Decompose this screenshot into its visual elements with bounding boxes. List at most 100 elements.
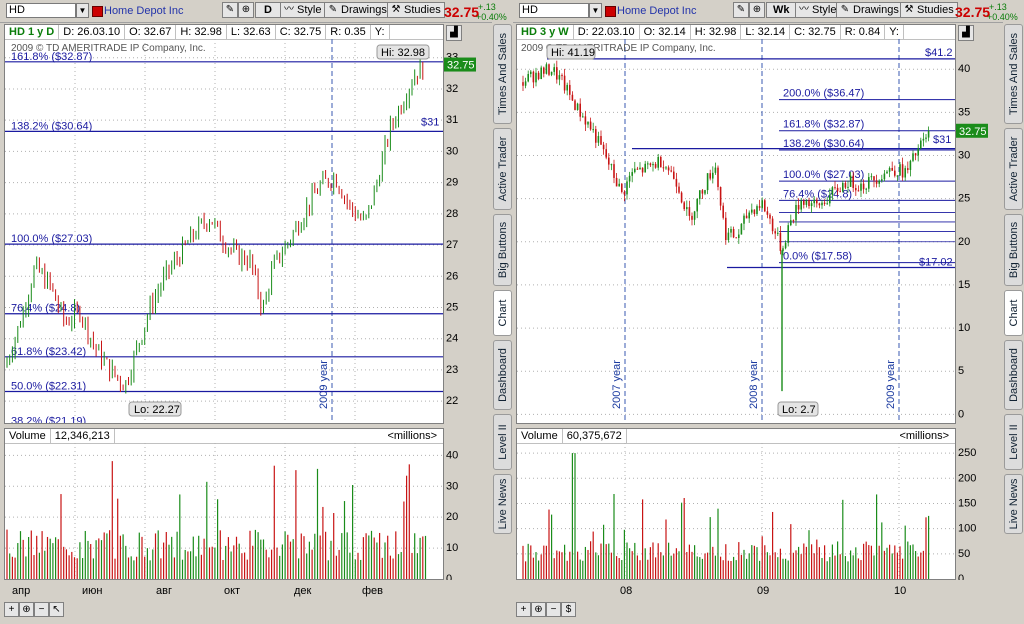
right-period-button[interactable]: Wk <box>766 2 797 18</box>
left-high: H: 32.98 <box>176 25 227 39</box>
right-zoom-out-icon[interactable]: − <box>546 602 561 617</box>
left-cursor-icon[interactable]: ↖ <box>49 602 64 617</box>
left-symbol-dropdown[interactable]: ▼ <box>76 3 89 18</box>
price-tick: 22 <box>446 395 458 407</box>
left-tab-big-buttons[interactable]: Big Buttons <box>493 214 512 286</box>
right-price-axis: 40 35 30 25 20 15 10 5 0 32.75 <box>956 63 988 420</box>
left-tools-icon[interactable]: ✎ <box>222 2 238 18</box>
left-price-chart[interactable]: HD 1 y D D: 26.03.10 O: 32.67 H: 32.98 L: 32… <box>4 24 444 424</box>
left-last-price: 32.75 <box>444 4 480 20</box>
left-price-axis: 33323130292827262524232232.75 <box>444 52 476 407</box>
right-crosshair-icon[interactable]: ⊕ <box>749 2 765 18</box>
right-tab-live-news[interactable]: Live News <box>1004 474 1023 534</box>
left-drawings-button[interactable]: ✎ Drawings <box>324 2 391 18</box>
right-date: D: 22.03.10 <box>574 25 640 39</box>
left-tab-active-trader[interactable]: Active Trader <box>493 128 512 210</box>
volume-tick: 0 <box>958 573 964 580</box>
left-zoom-in-icon[interactable]: + <box>4 602 19 617</box>
left-period-button[interactable]: D <box>255 2 281 18</box>
price-tick: 40 <box>958 63 970 75</box>
price-tick: 10 <box>958 322 970 334</box>
left-open: O: 32.67 <box>125 25 177 39</box>
right-last-price: 32.75 <box>955 4 991 20</box>
right-tab-label: Times And Sales <box>1007 32 1020 116</box>
left-volume-chart[interactable]: Volume 12,346,213 <millions> <box>4 428 444 580</box>
right-tab-active-trader[interactable]: Active Trader <box>1004 128 1023 210</box>
studies-icon: ⚒ <box>904 4 914 15</box>
right-dollar-icon[interactable]: $ <box>561 602 576 617</box>
right-tab-times-and-sales[interactable]: Times And Sales <box>1004 24 1023 124</box>
right-style-button[interactable]: 〰 Style <box>795 2 841 18</box>
volume-tick: 0 <box>446 573 452 580</box>
right-tab-dashboard[interactable]: Dashboard <box>1004 340 1023 410</box>
price-tick: 25 <box>446 301 458 313</box>
price-tick: 0 <box>958 408 964 420</box>
right-studies-button[interactable]: ⚒ Studies <box>900 2 958 18</box>
right-symbol-dropdown[interactable]: ▼ <box>589 3 602 18</box>
right-time-axis: 08 09 10 <box>620 585 906 597</box>
right-symbol-input[interactable]: HD <box>519 3 589 18</box>
left-link-icon[interactable] <box>92 6 103 17</box>
last-price-tag: 32.75 <box>956 123 988 138</box>
price-level-tag: $31 <box>933 134 951 146</box>
left-tab-label: Level II <box>496 424 509 460</box>
right-zoom-icon[interactable]: ⊕ <box>531 602 546 617</box>
right-volume-chart[interactable]: Volume 60,375,672 <millions> <box>516 428 956 580</box>
time-tick: 10 <box>894 585 906 597</box>
style-icon: 〰 <box>284 4 294 15</box>
left-zoom-icon[interactable]: ⊕ <box>19 602 34 617</box>
left-zoom-out-icon[interactable]: − <box>34 602 49 617</box>
right-volume-bar: Volume 60,375,672 <millions> <box>517 429 955 444</box>
left-volume-bar: Volume 12,346,213 <millions> <box>5 429 443 444</box>
left-tab-live-news[interactable]: Live News <box>493 474 512 534</box>
left-volume-units: <millions> <box>387 430 437 442</box>
price-tick: 5 <box>958 365 964 377</box>
right-drawings-button[interactable]: ✎ Drawings <box>836 2 903 18</box>
time-tick: окт <box>224 585 240 597</box>
time-tick: дек <box>294 585 312 597</box>
right-bottom-bar: + ⊕ − $ <box>513 601 1003 619</box>
time-tick: авг <box>156 585 172 597</box>
price-tick: 24 <box>446 333 458 345</box>
right-range: R: 0.84 <box>841 25 886 39</box>
volume-tick: 250 <box>958 447 976 459</box>
fib-label: 76.4% ($24.8) <box>11 303 80 315</box>
pencil-icon: ✎ <box>840 4 850 15</box>
left-symbol-input[interactable]: HD <box>6 3 76 18</box>
right-info-bar: HD 3 y W D: 22.03.10 O: 32.14 H: 32.98 L: 32… <box>517 25 955 40</box>
price-tick: 26 <box>446 270 458 282</box>
price-tick: 30 <box>958 149 970 161</box>
right-zoom-in-icon[interactable]: + <box>516 602 531 617</box>
right-price-chart[interactable]: HD 3 y W D: 22.03.10 O: 32.14 H: 32.98 L: 32… <box>516 24 956 424</box>
hi-label: Hi: 41.19 <box>546 44 596 60</box>
right-tab-big-buttons[interactable]: Big Buttons <box>1004 214 1023 286</box>
right-tab-label: Live News <box>1007 478 1020 530</box>
right-tab-chart[interactable]: Chart <box>1004 290 1023 336</box>
fib-label: 76.4% ($24.8) <box>783 188 852 200</box>
left-tab-chart[interactable]: Chart <box>493 290 512 336</box>
svg-text:Lo: 2.7: Lo: 2.7 <box>782 404 816 416</box>
right-volume-title: Volume <box>517 429 563 443</box>
price-tick: 15 <box>958 279 970 291</box>
price-tick: 20 <box>958 236 970 248</box>
right-link-icon[interactable] <box>605 6 616 17</box>
right-high: H: 32.98 <box>691 25 742 39</box>
year-label: 2007 year <box>611 360 623 409</box>
left-y: Y: <box>371 25 390 39</box>
right-y: Y: <box>885 25 904 39</box>
left-tab-dashboard[interactable]: Dashboard <box>493 340 512 410</box>
left-chart-title: HD 1 y D <box>5 25 60 39</box>
left-style-button[interactable]: 〰 Style <box>280 2 326 18</box>
year-label: 2008 year <box>748 360 760 409</box>
left-studies-button[interactable]: ⚒ Studies <box>387 2 445 18</box>
left-tab-level-ii[interactable]: Level II <box>493 414 512 470</box>
left-tab-times-and-sales[interactable]: Times And Sales <box>493 24 512 124</box>
left-tab-label: Big Buttons <box>496 221 509 279</box>
left-crosshair-icon[interactable]: ⊕ <box>238 2 254 18</box>
fib-label: 38.2% ($21.19) <box>11 415 86 423</box>
right-tab-level-ii[interactable]: Level II <box>1004 414 1023 470</box>
year-label: 2009 year <box>885 360 897 409</box>
left-volume-title: Volume <box>5 429 51 443</box>
right-tools-icon[interactable]: ✎ <box>733 2 749 18</box>
left-info-bar: HD 1 y D D: 26.03.10 O: 32.67 H: 32.98 L: 32… <box>5 25 443 40</box>
